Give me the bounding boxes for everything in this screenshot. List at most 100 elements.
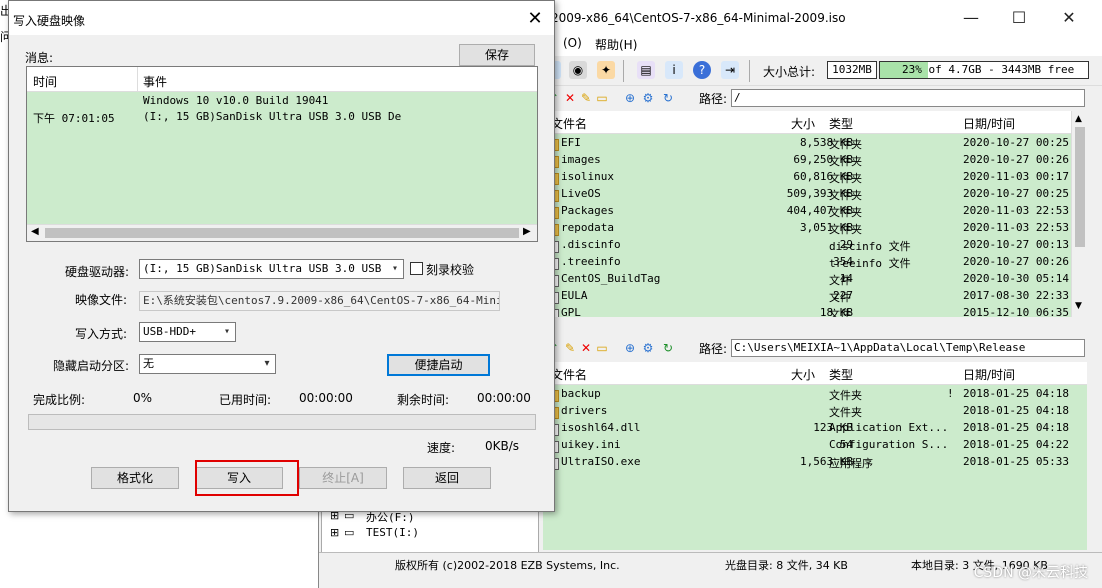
file-row[interactable]: .discinfo 29 discinfo 文件 2020-10-27 00:13 bbox=[543, 237, 1087, 254]
close-icon[interactable]: ✕ bbox=[524, 8, 546, 29]
help-icon[interactable]: ? bbox=[693, 61, 711, 79]
speed-value: 0KB/s bbox=[485, 439, 520, 453]
stop-button[interactable]: 终止[A] bbox=[299, 467, 387, 489]
maximize-icon[interactable]: ☐ bbox=[999, 6, 1039, 30]
file-row[interactable]: isolinux 60,816 KB 文件夹 2020-11-03 00:17 bbox=[543, 169, 1087, 186]
col-name[interactable]: 文件名 bbox=[551, 115, 587, 132]
properties-icon[interactable]: ⊕ bbox=[621, 339, 639, 357]
file-row[interactable]: images 69,250 KB 文件夹 2020-10-27 00:26 bbox=[543, 152, 1087, 169]
file-row[interactable]: UltraISO.exe 1,563 KB 应用程序 2018-01-25 05:33 bbox=[543, 454, 1087, 471]
log-entry-event-1: Windows 10 v10.0 Build 19041 bbox=[143, 94, 329, 107]
col-date[interactable]: 日期/时间 bbox=[963, 366, 1015, 383]
scroll-right-icon[interactable]: ▶ bbox=[523, 226, 531, 237]
col-type[interactable]: 类型 bbox=[829, 366, 853, 383]
file-row[interactable]: backup 文件夹 2018-01-25 04:18! bbox=[543, 386, 1087, 403]
menu-help[interactable]: 帮助(H) bbox=[595, 36, 637, 53]
elapsed-value: 00:00:00 bbox=[299, 391, 353, 405]
remaining-value: 00:00:00 bbox=[477, 391, 531, 405]
burn-icon[interactable]: ◉ bbox=[569, 61, 587, 79]
log-col-event[interactable]: 事件 bbox=[143, 73, 167, 90]
col-date[interactable]: 日期/时间 bbox=[963, 115, 1015, 132]
upper-path-input[interactable]: / bbox=[731, 89, 1085, 107]
drive-select-value: (I:, 15 GB)SanDisk Ultra USB 3.0 USB De bbox=[143, 262, 402, 275]
write-mode-select[interactable]: USB-HDD+ ▾ bbox=[139, 322, 236, 342]
quick-boot-button[interactable]: 便捷启动 bbox=[387, 354, 490, 376]
file-date: 2018-01-25 04:18 bbox=[963, 421, 1069, 434]
upper-scrollbar[interactable]: ▲ ▼ bbox=[1071, 111, 1088, 317]
file-row[interactable]: GPL 18 KB 文件 2015-12-10 06:35 bbox=[543, 305, 1087, 317]
file-row[interactable]: EFI 8,538 KB 文件夹 2020-10-27 00:25 bbox=[543, 135, 1087, 152]
gear-icon[interactable]: ⚙ bbox=[639, 339, 657, 357]
rocket-icon[interactable]: ✦ bbox=[597, 61, 615, 79]
file-row[interactable]: LiveOS 509,393 KB 文件夹 2020-10-27 00:25 bbox=[543, 186, 1087, 203]
file-row[interactable]: repodata 3,051 KB 文件夹 2020-11-03 22:53 bbox=[543, 220, 1087, 237]
file-name: repodata bbox=[561, 221, 614, 234]
exit-icon[interactable]: ⇥ bbox=[721, 61, 739, 79]
drive-select[interactable]: (I:, 15 GB)SanDisk Ultra USB 3.0 USB De … bbox=[139, 259, 404, 279]
log-col-time[interactable]: 时间 bbox=[33, 73, 57, 90]
log-horizontal-scrollbar[interactable]: ◀ ▶ bbox=[27, 224, 537, 241]
file-date: 2020-10-27 00:25 bbox=[963, 187, 1069, 200]
info-icon[interactable]: i bbox=[665, 61, 683, 79]
file-row[interactable]: EULA 227 文件 2017-08-30 22:33 bbox=[543, 288, 1087, 305]
toolbar-separator bbox=[623, 60, 624, 82]
chevron-down-icon[interactable]: ▾ bbox=[219, 323, 235, 341]
image-file-field[interactable]: E:\系统安装包\centos7.9.2009-x86_64\CentOS-7-… bbox=[139, 291, 500, 311]
chevron-down-icon[interactable]: ▾ bbox=[259, 355, 275, 373]
scroll-left-icon[interactable]: ◀ bbox=[31, 226, 39, 237]
hidden-partition-select[interactable]: 无 ▾ bbox=[139, 354, 276, 374]
file-row[interactable]: isoshl64.dll 123 KB Application Ext... 2018… bbox=[543, 420, 1087, 437]
file-date: 2020-11-03 22:53 bbox=[963, 204, 1069, 217]
file-type: Application Ext... bbox=[829, 421, 949, 434]
folder-icon[interactable]: ▭ bbox=[593, 89, 611, 107]
lower-path-input[interactable]: C:\Users\MEIXIA~1\AppData\Local\Temp\Rel… bbox=[731, 339, 1085, 357]
chevron-down-icon[interactable]: ▾ bbox=[387, 260, 403, 278]
tree-expand-icon[interactable]: ⊞ bbox=[330, 526, 339, 539]
file-date: 2015-12-10 06:35 bbox=[963, 306, 1069, 317]
hidden-partition-value: 无 bbox=[143, 357, 154, 370]
save-button[interactable]: 保存 bbox=[459, 44, 535, 66]
menu-options[interactable]: (O) bbox=[563, 36, 582, 50]
file-row[interactable]: .treeinfo 354 treeinfo 文件 2020-10-27 00:26 bbox=[543, 254, 1087, 271]
file-row[interactable]: CentOS_BuildTag 14 文件 2020-10-30 05:14 bbox=[543, 271, 1087, 288]
lower-pane-toolbar: ↑ ✎ ✕ ▭ ⊕ ⚙ ↻ 路径: C:\Users\MEIXIA~1\AppD… bbox=[541, 337, 1089, 359]
file-name: .discinfo bbox=[561, 238, 621, 251]
gear-icon[interactable]: ⚙ bbox=[639, 89, 657, 107]
col-name[interactable]: 文件名 bbox=[551, 366, 587, 383]
file-row[interactable]: uikey.ini 54 Configuration S... 2018-01-25 … bbox=[543, 437, 1087, 454]
scroll-thumb[interactable] bbox=[45, 228, 519, 238]
file-date: 2020-10-27 00:26 bbox=[963, 255, 1069, 268]
write-button-highlight bbox=[195, 460, 299, 496]
file-name: drivers bbox=[561, 404, 608, 417]
file-name: isolinux bbox=[561, 170, 614, 183]
col-size[interactable]: 大小 bbox=[791, 366, 815, 383]
close-icon[interactable]: ✕ bbox=[1049, 6, 1089, 30]
file-name: .treeinfo bbox=[561, 255, 621, 268]
refresh-icon[interactable]: ↻ bbox=[659, 339, 677, 357]
lower-list-header: 文件名 大小 类型 日期/时间 bbox=[543, 362, 1087, 385]
scroll-up-icon[interactable]: ▲ bbox=[1075, 114, 1082, 124]
file-date: 2018-01-25 04:18 bbox=[963, 387, 1069, 400]
scroll-thumb[interactable] bbox=[1075, 127, 1085, 247]
properties-icon[interactable]: ⊕ bbox=[621, 89, 639, 107]
file-row[interactable]: Packages 404,407 KB 文件夹 2020-11-03 22:53 bbox=[543, 203, 1087, 220]
file-type: 文件夹 bbox=[829, 155, 862, 168]
file-type: 文件夹 bbox=[829, 189, 862, 202]
verify-checkbox[interactable] bbox=[410, 262, 423, 275]
file-name: uikey.ini bbox=[561, 438, 621, 451]
drive-label: 硬盘驱动器: bbox=[65, 265, 130, 279]
format-button[interactable]: 格式化 bbox=[91, 467, 179, 489]
col-size[interactable]: 大小 bbox=[791, 115, 815, 132]
speed-label: 速度: bbox=[427, 441, 456, 455]
scroll-down-icon[interactable]: ▼ bbox=[1075, 301, 1082, 311]
back-button[interactable]: 返回 bbox=[403, 467, 491, 489]
status-copyright: 版权所有 (c)2002-2018 EZB Systems, Inc. bbox=[395, 559, 620, 572]
refresh-icon[interactable]: ↻ bbox=[659, 89, 677, 107]
document-icon[interactable]: ▤ bbox=[637, 61, 655, 79]
file-type: 应用程序 bbox=[829, 457, 873, 470]
minimize-icon[interactable]: — bbox=[951, 6, 991, 30]
file-row[interactable]: drivers 文件夹 2018-01-25 04:18 bbox=[543, 403, 1087, 420]
folder-icon[interactable]: ▭ bbox=[593, 339, 611, 357]
tree-item-test[interactable]: TEST(I:) bbox=[366, 526, 419, 539]
col-type[interactable]: 类型 bbox=[829, 115, 853, 132]
